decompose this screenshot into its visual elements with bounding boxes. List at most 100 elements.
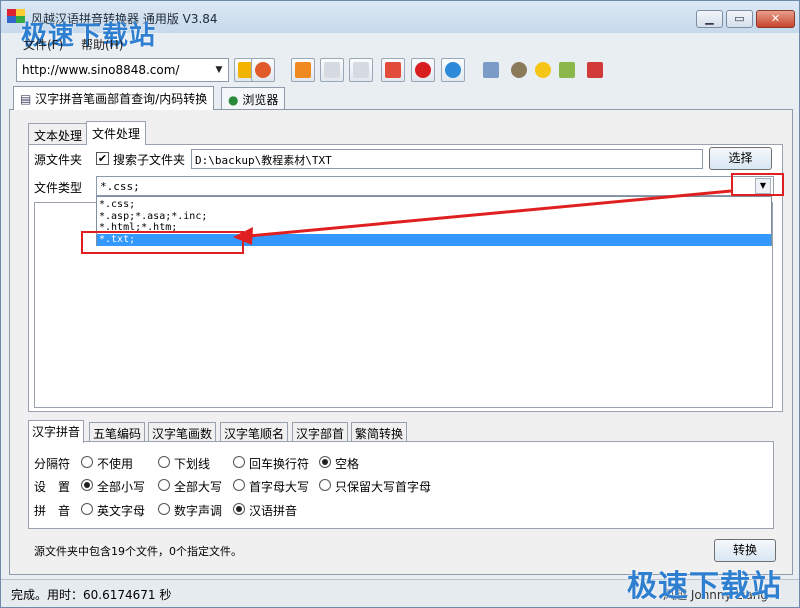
pinyin-letters-radio[interactable]: [81, 503, 93, 515]
annotation-box-option: [81, 231, 244, 254]
check-icon: ✔: [97, 152, 108, 165]
forward-button[interactable]: [349, 58, 373, 82]
setting-uppercase-label: 全部大写: [174, 480, 223, 494]
tab-stroke-order-label: 汉字笔顺名: [224, 427, 285, 441]
separator-label: 分隔符: [34, 457, 71, 471]
refresh-button[interactable]: [251, 58, 275, 82]
document-icon: ▤: [20, 92, 32, 106]
file-type-label: 文件类型: [34, 181, 83, 195]
separator-none-radio[interactable]: [81, 456, 93, 468]
tab-browser-label: 浏览器: [242, 93, 279, 107]
back-icon: [324, 62, 340, 78]
tab-file-process[interactable]: 文件处理: [86, 121, 147, 145]
pinyin-letters-label: 英文字母: [97, 504, 146, 518]
separator-underscore-label: 下划线: [174, 457, 211, 471]
pinyin-tone-number-label: 数字声调: [174, 504, 223, 518]
minimize-button[interactable]: ▁: [696, 10, 723, 28]
chevron-down-icon[interactable]: ▼: [212, 62, 226, 78]
exit-icon: [587, 62, 603, 78]
pinyin-hanyu-label: 汉语拼音: [249, 504, 298, 518]
tab-radical-label: 汉字部首: [296, 427, 345, 441]
pinyin-tone-number-radio[interactable]: [158, 503, 170, 515]
tab-traditional-simplified-label: 繁简转换: [355, 427, 404, 441]
separator-newline-radio[interactable]: [233, 456, 245, 468]
convert-button[interactable]: 转换: [714, 539, 776, 562]
tab-pinyin[interactable]: 汉字拼音: [28, 420, 85, 443]
separator-underscore-radio[interactable]: [158, 456, 170, 468]
separator-newline-label: 回车换行符: [249, 457, 310, 471]
maximize-icon: ▭: [734, 12, 745, 25]
tab-hanzi-query[interactable]: ▤ 汉字拼音笔画部首查询/内码转换: [13, 86, 215, 110]
tab-text-process-label: 文本处理: [34, 129, 83, 143]
tab-stroke-count-label: 汉字笔画数: [152, 427, 213, 441]
source-folder-label: 源文件夹: [34, 153, 83, 167]
favorite-button[interactable]: [531, 58, 555, 82]
close-button[interactable]: ✕: [756, 10, 795, 28]
close-icon: ✕: [770, 12, 781, 25]
menu-help[interactable]: 帮助(H): [81, 36, 123, 53]
pinyin-hanyu-radio[interactable]: [233, 503, 245, 515]
reload-icon: [385, 62, 401, 78]
setting-capitalize-radio[interactable]: [233, 479, 245, 491]
url-combobox[interactable]: http://www.sino8848.com/ ▼: [16, 58, 229, 82]
menu-file[interactable]: 文件(F): [23, 36, 63, 53]
title-bar: 风越汉语拼音转换器 通用版 V3.84 极速下载站 ▁ ▭ ✕: [1, 1, 799, 51]
forward-icon: [353, 62, 369, 78]
setting-initials-label: 只保留大写首字母: [335, 480, 432, 494]
setting-capitalize-label: 首字母大写: [249, 480, 310, 494]
minimize-icon: ▁: [705, 12, 714, 25]
app-window: 风越汉语拼音转换器 通用版 V3.84 极速下载站 ▁ ▭ ✕ 文件(F) 帮助…: [0, 0, 800, 608]
tools-icon: [511, 62, 527, 78]
ie-icon: [445, 62, 461, 78]
ie-button[interactable]: [441, 58, 465, 82]
window-button[interactable]: [479, 58, 503, 82]
dropdown-option[interactable]: *.css;: [97, 199, 771, 211]
tab-wubi[interactable]: 五笔编码: [89, 422, 146, 442]
setting-lowercase-radio[interactable]: [81, 479, 93, 491]
star-icon: [535, 62, 551, 78]
setting-uppercase-radio[interactable]: [158, 479, 170, 491]
tab-traditional-simplified[interactable]: 繁简转换: [351, 422, 408, 442]
search-subfolder-checkbox[interactable]: ✔: [96, 152, 109, 165]
tools-button[interactable]: [507, 58, 531, 82]
tab-wubi-label: 五笔编码: [93, 427, 142, 441]
source-path-input[interactable]: D:\backup\教程素材\TXT: [191, 149, 703, 169]
reload-button[interactable]: [381, 58, 405, 82]
tab-browser[interactable]: ● 浏览器: [221, 87, 286, 109]
exit-button[interactable]: [583, 58, 607, 82]
back-button[interactable]: [320, 58, 344, 82]
choose-button[interactable]: 选择: [709, 147, 772, 170]
watermark-bottom: 极速下载站: [627, 569, 782, 604]
file-type-combobox[interactable]: *.css;: [96, 176, 774, 196]
tab-file-process-label: 文件处理: [92, 127, 141, 141]
tab-stroke-count[interactable]: 汉字笔画数: [148, 422, 217, 442]
tab-stroke-order[interactable]: 汉字笔顺名: [220, 422, 289, 442]
file-summary-text: 源文件夹中包含19个文件，0个指定文件。: [34, 545, 242, 558]
home-icon: [295, 62, 311, 78]
separator-space-label: 空格: [335, 457, 360, 471]
tab-text-process[interactable]: 文本处理: [28, 123, 89, 144]
tab-radical[interactable]: 汉字部首: [292, 422, 349, 442]
annotation-box-arrow: [731, 173, 784, 196]
url-text: http://www.sino8848.com/: [22, 63, 180, 77]
stop-button[interactable]: [411, 58, 435, 82]
globe-icon: ●: [228, 93, 239, 107]
add-favorite-button[interactable]: [555, 58, 579, 82]
toolbar: http://www.sino8848.com/ ▼: [1, 55, 799, 85]
refresh-icon: [255, 62, 271, 78]
home-button[interactable]: [291, 58, 315, 82]
setting-initials-radio[interactable]: [319, 479, 331, 491]
menu-bar: 文件(F) 帮助(H): [1, 33, 799, 55]
maximize-button[interactable]: ▭: [726, 10, 753, 28]
setting-label: 设 置: [34, 480, 71, 494]
pinyin-label: 拼 音: [34, 504, 71, 518]
window-icon: [483, 62, 499, 78]
search-subfolder-label: 搜索子文件夹: [113, 153, 186, 167]
stop-icon: [415, 62, 431, 78]
separator-space-radio[interactable]: [319, 456, 331, 468]
add-star-icon: [559, 62, 575, 78]
separator-none-label: 不使用: [97, 457, 134, 471]
setting-lowercase-label: 全部小写: [97, 480, 146, 494]
status-text: 完成。用时：60.6174671 秒: [11, 588, 172, 602]
tab-pinyin-label: 汉字拼音: [32, 425, 81, 439]
